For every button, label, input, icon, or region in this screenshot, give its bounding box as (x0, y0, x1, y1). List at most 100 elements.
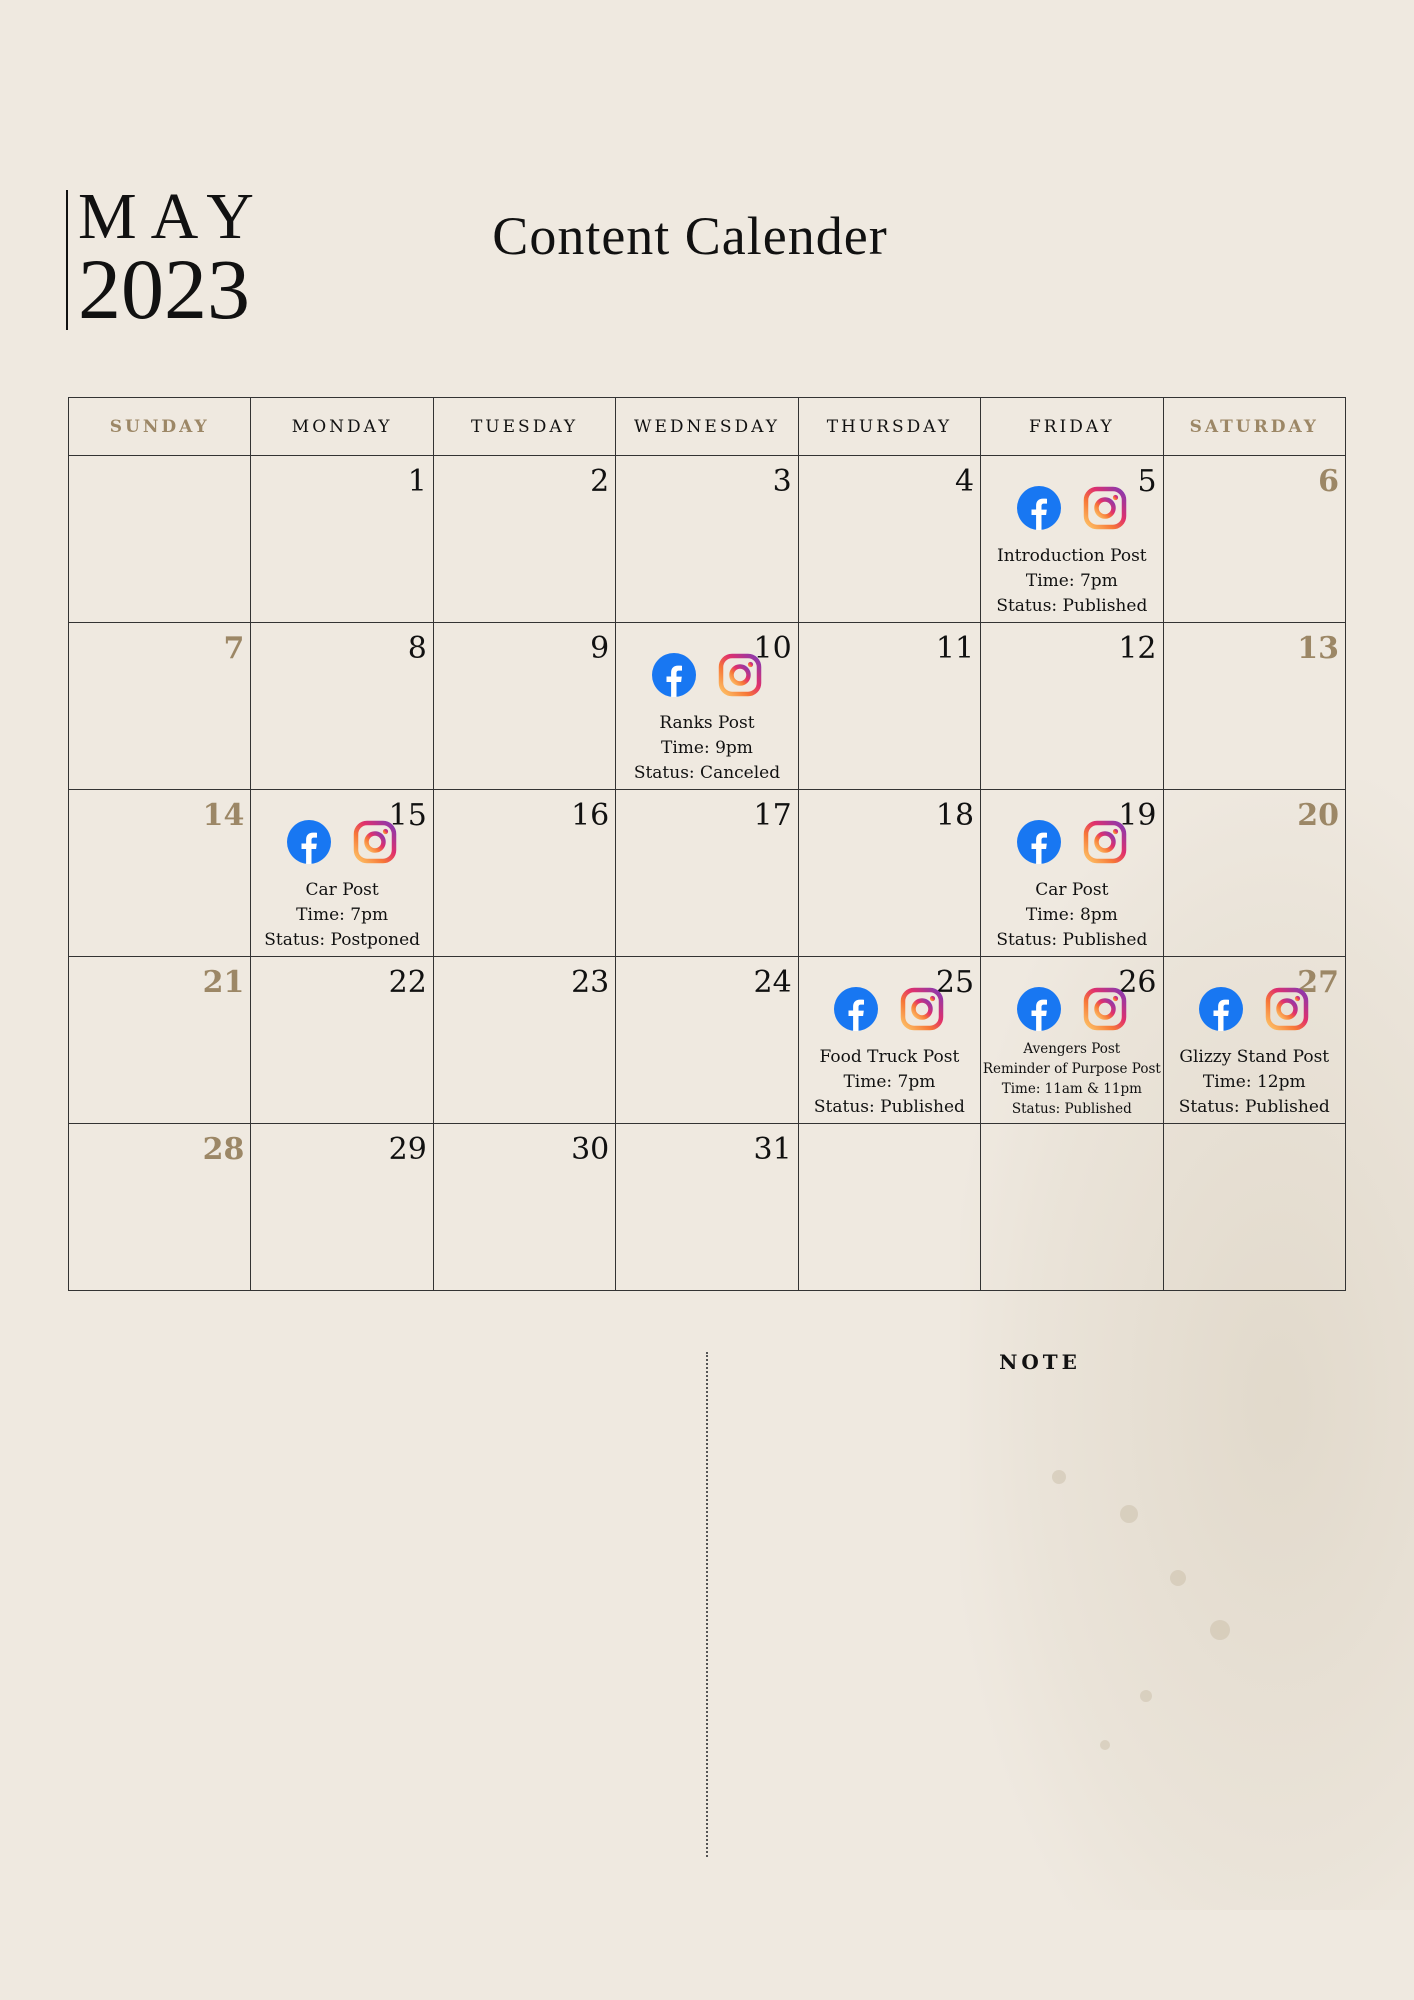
day-cell-16[interactable]: 16 (432, 789, 617, 957)
event-line: Car Post (1035, 880, 1109, 900)
event-line: Status: Published (996, 930, 1148, 950)
event-details: Avengers Post Reminder of Purpose Post Tim… (981, 1039, 1162, 1119)
day-cell-3[interactable]: 3 (615, 455, 799, 623)
day-cell-7[interactable]: 7 (67, 622, 252, 790)
facebook-icon[interactable] (1016, 820, 1061, 864)
day-number: 14 (202, 798, 245, 833)
day-cell-18[interactable]: 18 (797, 789, 982, 957)
event-details: Car Post Time: 8pm Status: Published (981, 878, 1162, 953)
instagram-icon[interactable] (1265, 987, 1309, 1031)
day-number: 20 (1297, 798, 1339, 833)
event-details: Ranks Post Time: 9pm Status: Canceled (616, 711, 797, 786)
day-cell-24[interactable]: 24 (615, 956, 799, 1124)
day-cell-11[interactable]: 11 (797, 622, 982, 790)
weekday-monday: MONDAY (250, 397, 434, 456)
day-cell-4[interactable]: 4 (797, 455, 982, 623)
day-cell-10[interactable]: 10 Ranks Post Time: 9pm Status: Canceled (615, 622, 799, 790)
day-number: 22 (388, 965, 427, 1000)
facebook-icon[interactable] (1199, 987, 1244, 1031)
day-number: 8 (407, 631, 427, 666)
day-cell-1[interactable]: 1 (250, 455, 434, 623)
weekday-header-row: SUNDAY MONDAY TUESDAY WEDNESDAY THURSDAY FRID… (67, 397, 1347, 456)
event-line: Time: 12pm (1202, 1072, 1306, 1092)
day-cell-25[interactable]: 25 Food Truck Post Time: 7pm Status: Publis… (797, 956, 982, 1124)
event-line: Time: 9pm (661, 738, 753, 758)
day-cell-26[interactable]: 26 Avengers Post Reminder of Purpose Post T… (980, 956, 1164, 1124)
day-cell-27[interactable]: 27 Glizzy Stand Post Time: 12pm Status: Pub… (1162, 956, 1347, 1124)
day-number: 7 (223, 631, 245, 666)
social-icons (616, 653, 797, 697)
instagram-icon[interactable] (900, 987, 944, 1031)
day-cell-20[interactable]: 20 (1162, 789, 1347, 957)
day-cell-2[interactable]: 2 (432, 455, 617, 623)
week-row: 1 2 3 4 5 Introduction Post Time: 7pm Status: P… (67, 455, 1347, 623)
notes-divider (706, 1352, 708, 1857)
day-number: 18 (935, 798, 975, 833)
week-row: 7 8 9 10 Ranks Post Time: 9pm Status: Canceled… (67, 622, 1347, 790)
instagram-icon[interactable] (718, 653, 762, 697)
instagram-icon[interactable] (353, 820, 397, 864)
day-cell-9[interactable]: 9 (432, 622, 617, 790)
day-number: 21 (202, 965, 245, 1000)
event-line: Status: Published (996, 596, 1148, 616)
day-cell-28[interactable]: 28 (67, 1123, 252, 1291)
day-cell-21[interactable]: 21 (67, 956, 252, 1124)
day-number: 1 (407, 464, 427, 499)
day-number: 9 (590, 631, 610, 666)
facebook-icon[interactable] (834, 987, 879, 1031)
event-line: Status: Published (1178, 1097, 1330, 1117)
facebook-icon[interactable] (1016, 486, 1061, 530)
day-cell-15[interactable]: 15 Car Post Time: 7pm Status: Postponed (250, 789, 434, 957)
instagram-icon[interactable] (1083, 987, 1127, 1031)
event-details: Glizzy Stand Post Time: 12pm Status: Publi… (1164, 1045, 1345, 1120)
social-icons (1164, 987, 1345, 1031)
month-name: MAY (78, 180, 268, 253)
instagram-icon[interactable] (1083, 486, 1127, 530)
day-number: 4 (955, 464, 975, 499)
facebook-icon[interactable] (1016, 987, 1061, 1031)
day-number: 16 (571, 798, 610, 833)
weekday-wednesday: WEDNESDAY (615, 397, 799, 456)
event-line: Time: 11am & 11pm (1001, 1081, 1142, 1097)
week-row: 28 29 30 31 (67, 1123, 1347, 1291)
day-cell-23[interactable]: 23 (432, 956, 617, 1124)
event-line: Food Truck Post (819, 1047, 960, 1067)
social-icons (981, 820, 1162, 864)
event-line: Glizzy Stand Post (1179, 1047, 1330, 1067)
day-number: 11 (935, 631, 975, 666)
day-number: 12 (1118, 631, 1157, 666)
day-cell-6[interactable]: 6 (1162, 455, 1347, 623)
day-number: 23 (571, 965, 610, 1000)
page-title: Content Calender (492, 206, 888, 266)
day-cell-19[interactable]: 19 Car Post Time: 8pm Status: Published (980, 789, 1164, 957)
day-cell-14[interactable]: 14 (67, 789, 252, 957)
event-line: Ranks Post (659, 713, 755, 733)
day-cell-29[interactable]: 29 (250, 1123, 434, 1291)
day-cell-22[interactable]: 22 (250, 956, 434, 1124)
event-details: Car Post Time: 7pm Status: Postponed (251, 878, 432, 953)
day-cell-30[interactable]: 30 (432, 1123, 617, 1291)
day-cell-13[interactable]: 13 (1162, 622, 1347, 790)
day-number: 6 (1318, 464, 1339, 499)
day-number: 29 (388, 1132, 427, 1167)
event-line: Time: 7pm (296, 905, 389, 925)
day-cell-5[interactable]: 5 Introduction Post Time: 7pm Status: Publi… (980, 455, 1164, 623)
day-cell-17[interactable]: 17 (615, 789, 799, 957)
facebook-icon[interactable] (651, 653, 696, 697)
facebook-icon[interactable] (287, 820, 332, 864)
instagram-icon[interactable] (1083, 820, 1127, 864)
event-line: Time: 7pm (843, 1072, 936, 1092)
social-icons (799, 987, 980, 1031)
event-line: Time: 8pm (1025, 905, 1118, 925)
day-number: 17 (753, 798, 792, 833)
empty-day-cell (67, 455, 252, 623)
event-details: Food Truck Post Time: 7pm Status: Publishe… (799, 1045, 980, 1120)
week-row: 21 22 23 24 25 Food Truck Post Time: 7pm Status… (67, 956, 1347, 1124)
day-cell-8[interactable]: 8 (250, 622, 434, 790)
weekday-thursday: THURSDAY (797, 397, 982, 456)
day-cell-12[interactable]: 12 (980, 622, 1164, 790)
calendar-grid: SUNDAY MONDAY TUESDAY WEDNESDAY THURSDAY FRID… (67, 397, 1347, 1291)
week-row: 14 15 Car Post Time: 7pm Status: Postponed 16… (67, 789, 1347, 957)
day-cell-31[interactable]: 31 (615, 1123, 799, 1291)
day-number: 2 (590, 464, 610, 499)
